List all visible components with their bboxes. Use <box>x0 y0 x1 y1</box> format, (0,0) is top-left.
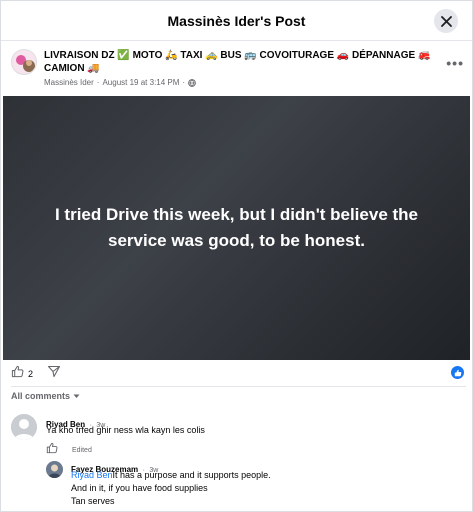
more-icon: ••• <box>446 55 464 71</box>
chevron-down-icon <box>73 394 80 398</box>
share-button[interactable] <box>47 365 61 383</box>
reply-comment: Fayez Bouzemam · 3w Riyad BenIt has a pu… <box>46 457 466 512</box>
edited-label: Edited <box>72 446 92 454</box>
close-icon <box>440 15 452 27</box>
meta-separator: · <box>96 78 100 87</box>
comment-text: Riyad BenIt has a purpose and it support… <box>71 469 461 508</box>
post-dialog: Massinès Ider's Post LIVRAISON DZ ✅ MOTO… <box>0 0 473 512</box>
divider <box>11 386 466 387</box>
more-options-button[interactable]: ••• <box>446 55 464 71</box>
comment-line-text: It has a purpose and it supports people. <box>112 470 271 480</box>
post-text-card[interactable]: I tried Drive this week, but I didn't be… <box>3 96 470 360</box>
comment-line: Riyad BenIt has a purpose and it support… <box>71 469 461 482</box>
share-icon <box>47 365 61 378</box>
avatar[interactable] <box>11 414 37 440</box>
close-button[interactable] <box>434 9 458 33</box>
like-badge-icon <box>454 369 461 376</box>
post-text: I tried Drive this week, but I didn't be… <box>54 205 418 250</box>
like-icon <box>11 365 24 378</box>
comments-filter-label: All comments <box>11 391 71 401</box>
like-reaction-badge[interactable] <box>451 366 464 379</box>
comment-line: Tan serves <box>71 496 115 506</box>
meta-separator: · <box>182 78 186 87</box>
like-button[interactable] <box>11 365 24 383</box>
like-count[interactable]: 2 <box>28 369 33 379</box>
post-date[interactable]: August 19 at 3:14 PM <box>102 78 179 87</box>
page-name-link[interactable]: LIVRAISON DZ ✅ MOTO 🛵 TAXI 🚕 BUS 🚌 COVOI… <box>44 49 434 75</box>
comment: Riyad Ben · 3w Ya kho trfed ghir ness wl… <box>11 411 466 457</box>
post-header: LIVRAISON DZ ✅ MOTO 🛵 TAXI 🚕 BUS 🚌 COVOI… <box>11 47 466 91</box>
comments-filter-button[interactable]: All comments <box>11 391 80 401</box>
avatar[interactable] <box>46 461 63 478</box>
page-avatar[interactable] <box>11 49 37 75</box>
like-icon <box>46 442 58 454</box>
post-actions: 2 <box>11 365 466 383</box>
globe-icon <box>188 78 196 87</box>
poster-name[interactable]: Massinès Ider <box>44 78 94 87</box>
dialog-title: Massinès Ider's Post <box>167 12 306 29</box>
mention-link[interactable]: Riyad Ben <box>71 470 113 480</box>
comment-text: Ya kho trfed ghir ness wla kayn les coli… <box>46 425 205 435</box>
post-meta: Massinès Ider · August 19 at 3:14 PM · <box>44 78 196 87</box>
dialog-header: Massinès Ider's Post <box>1 1 472 41</box>
comment-line: And in it, if you have food supplies <box>71 483 208 493</box>
